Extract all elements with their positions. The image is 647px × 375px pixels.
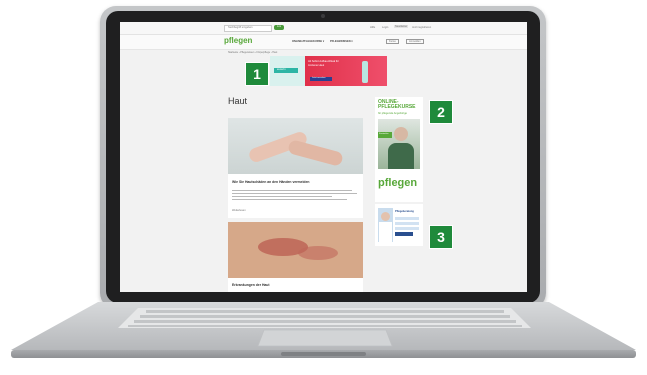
- page-title: Haut: [228, 96, 248, 106]
- newsletter-link[interactable]: Newsletter: [394, 25, 409, 28]
- article-card[interactable]: Erkrankungen der Haut: [228, 222, 363, 292]
- login-link[interactable]: Login: [382, 26, 388, 29]
- product-image: [362, 61, 368, 83]
- signin-button[interactable]: Anmelden: [406, 39, 424, 44]
- site-logo[interactable]: pflegen: [224, 36, 252, 45]
- ad-cta-text: Jetzt ansehen: [312, 77, 326, 79]
- caregiver-photo: [378, 119, 420, 169]
- sidebar-ad[interactable]: ONLINE-PFLEGEKURSE für pflegende Angehör…: [375, 97, 423, 202]
- help-link[interactable]: Hilfe: [370, 26, 375, 29]
- main-navigation: pflegen ONLINE-PFLEGEKURSE ▾ PFLEGEWISSE…: [120, 35, 527, 50]
- article-title[interactable]: Wie Sie Hautschäden an den Händen vermei…: [232, 180, 309, 184]
- ad-cta-button[interactable]: Jetzt ansehen: [310, 77, 332, 81]
- nurse-image: [378, 208, 393, 242]
- callout-badge-3: 3: [429, 225, 453, 249]
- register-link[interactable]: Jetzt registrieren: [412, 26, 431, 29]
- sidebar-ad-headline: ONLINE-PFLEGEKURSE: [378, 99, 416, 110]
- callout-badge-1: 1: [245, 62, 269, 86]
- courses-button[interactable]: Kurse: [386, 39, 399, 44]
- search-button[interactable]: Los: [274, 25, 284, 30]
- laptop-screen: Suchbegriff eingeben Los Hilfe Login New…: [120, 22, 527, 292]
- article-title[interactable]: Erkrankungen der Haut: [232, 283, 270, 287]
- article-card[interactable]: Wie Sie Hautschäden an den Händen vermei…: [228, 118, 363, 218]
- breadcrumb: Startseite › Pflegewissen › Körperpflege…: [228, 51, 278, 54]
- sidebar-ad-logo: pflegen: [378, 177, 418, 189]
- read-more-link[interactable]: Weiterlesen: [232, 209, 246, 212]
- laptop-base: [11, 302, 636, 358]
- nav-item-pflegekurse[interactable]: ONLINE-PFLEGEKURSE ▾: [292, 40, 324, 43]
- search-input[interactable]: Suchbegriff eingeben: [224, 25, 272, 32]
- hands-image: [228, 118, 363, 174]
- article-excerpt: [232, 188, 358, 202]
- webcam-icon: [321, 14, 325, 18]
- sidebar-ad-sub: für pflegende Angehörige: [378, 112, 407, 115]
- ad-brand-logo: eucerin: [274, 68, 298, 73]
- search-placeholder: Suchbegriff eingeben: [228, 26, 253, 29]
- callout-badge-2: 2: [429, 100, 453, 124]
- sidebar-ad-2-headline: Pflegeberatung: [395, 210, 414, 213]
- sidebar-ad-tag: Kostenlos: [378, 132, 392, 138]
- sidebar-ad-tag-text: Kostenlos: [379, 133, 389, 135]
- ad-brand-text: eucerin: [277, 68, 286, 71]
- nav-item-pflegewissen[interactable]: PFLEGEWISSEN ▾: [330, 40, 353, 43]
- ad-headline: Ab Sofort Aufbau-Ritual für trockene Hau…: [308, 60, 348, 68]
- ad-banner[interactable]: eucerin Ab Sofort Aufbau-Ritual für troc…: [270, 56, 387, 86]
- ad-headline-text: Ab Sofort Aufbau-Ritual für trockene Hau…: [308, 60, 339, 67]
- sidebar-ad-2[interactable]: Pflegeberatung: [375, 204, 423, 246]
- skin-rash-image: [228, 222, 363, 278]
- top-utility-bar: Suchbegriff eingeben Los Hilfe Login New…: [120, 22, 527, 35]
